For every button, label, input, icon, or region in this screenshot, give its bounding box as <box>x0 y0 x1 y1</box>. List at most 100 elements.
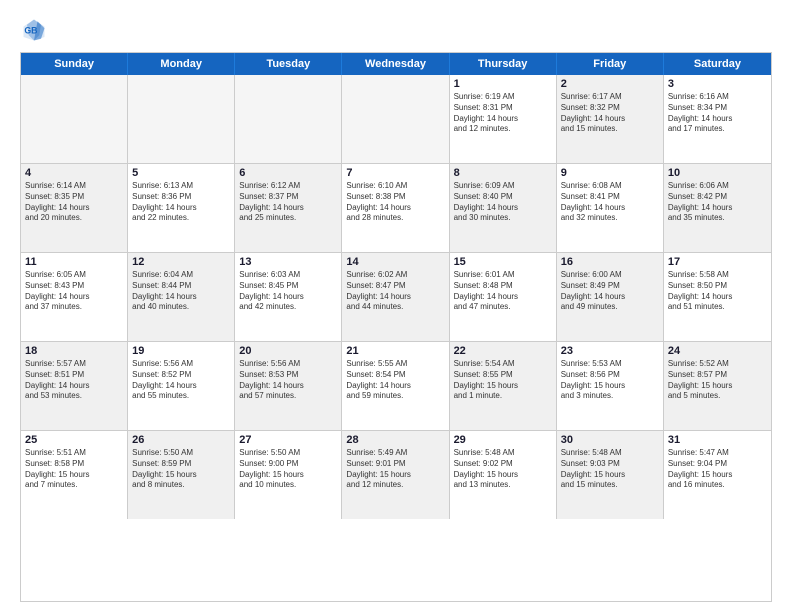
day-number: 24 <box>668 345 767 357</box>
cell-info: Sunrise: 6:01 AMSunset: 8:48 PMDaylight:… <box>454 270 552 313</box>
header-day: Friday <box>557 53 664 75</box>
day-number: 21 <box>346 345 444 357</box>
header-day: Saturday <box>664 53 771 75</box>
cell-info: Sunrise: 5:47 AMSunset: 9:04 PMDaylight:… <box>668 448 767 491</box>
cell-info: Sunrise: 6:03 AMSunset: 8:45 PMDaylight:… <box>239 270 337 313</box>
cell-info: Sunrise: 5:56 AMSunset: 8:53 PMDaylight:… <box>239 359 337 402</box>
calendar-cell: 13 Sunrise: 6:03 AMSunset: 8:45 PMDayligh… <box>235 253 342 341</box>
cell-info: Sunrise: 6:12 AMSunset: 8:37 PMDaylight:… <box>239 181 337 224</box>
cell-info: Sunrise: 5:56 AMSunset: 8:52 PMDaylight:… <box>132 359 230 402</box>
calendar-row: 11 Sunrise: 6:05 AMSunset: 8:43 PMDayligh… <box>21 253 771 342</box>
cell-info: Sunrise: 5:50 AMSunset: 8:59 PMDaylight:… <box>132 448 230 491</box>
logo: GB <box>20 16 52 44</box>
calendar-cell: 18 Sunrise: 5:57 AMSunset: 8:51 PMDayligh… <box>21 342 128 430</box>
calendar-cell <box>21 75 128 163</box>
calendar-cell: 8Sunrise: 6:09 AMSunset: 8:40 PMDaylight… <box>450 164 557 252</box>
calendar-cell: 28 Sunrise: 5:49 AMSunset: 9:01 PMDayligh… <box>342 431 449 519</box>
calendar-cell <box>342 75 449 163</box>
calendar-cell: 3 Sunrise: 6:16 AMSunset: 8:34 PMDaylight… <box>664 75 771 163</box>
header-day: Monday <box>128 53 235 75</box>
calendar: SundayMondayTuesdayWednesdayThursdayFrid… <box>20 52 772 602</box>
day-number: 3 <box>668 78 767 90</box>
calendar-cell: 31Sunrise: 5:47 AMSunset: 9:04 PMDayligh… <box>664 431 771 519</box>
calendar-row: 25 Sunrise: 5:51 AMSunset: 8:58 PMDayligh… <box>21 431 771 519</box>
calendar-cell: 30 Sunrise: 5:48 AMSunset: 9:03 PMDayligh… <box>557 431 664 519</box>
day-number: 16 <box>561 256 659 268</box>
day-number: 2 <box>561 78 659 90</box>
calendar-cell: 10 Sunrise: 6:06 AMSunset: 8:42 PMDayligh… <box>664 164 771 252</box>
day-number: 25 <box>25 434 123 446</box>
calendar-cell: 4 Sunrise: 6:14 AMSunset: 8:35 PMDaylight… <box>21 164 128 252</box>
day-number: 4 <box>25 167 123 179</box>
cell-info: Sunrise: 5:58 AMSunset: 8:50 PMDaylight:… <box>668 270 767 313</box>
day-number: 7 <box>346 167 444 179</box>
calendar-cell: 15 Sunrise: 6:01 AMSunset: 8:48 PMDayligh… <box>450 253 557 341</box>
calendar-cell: 26 Sunrise: 5:50 AMSunset: 8:59 PMDayligh… <box>128 431 235 519</box>
cell-info: Sunrise: 5:54 AMSunset: 8:55 PMDaylight:… <box>454 359 552 402</box>
calendar-row: 1 Sunrise: 6:19 AMSunset: 8:31 PMDaylight… <box>21 75 771 164</box>
calendar-cell: 22 Sunrise: 5:54 AMSunset: 8:55 PMDayligh… <box>450 342 557 430</box>
day-number: 29 <box>454 434 552 446</box>
day-number: 27 <box>239 434 337 446</box>
day-number: 11 <box>25 256 123 268</box>
day-number: 13 <box>239 256 337 268</box>
header-day: Thursday <box>450 53 557 75</box>
day-number: 1 <box>454 78 552 90</box>
cell-info: Sunrise: 6:17 AMSunset: 8:32 PMDaylight:… <box>561 92 659 135</box>
cell-info: Sunrise: 6:16 AMSunset: 8:34 PMDaylight:… <box>668 92 767 135</box>
cell-info: Sunrise: 6:10 AMSunset: 8:38 PMDaylight:… <box>346 181 444 224</box>
day-number: 17 <box>668 256 767 268</box>
cell-info: Sunrise: 5:57 AMSunset: 8:51 PMDaylight:… <box>25 359 123 402</box>
logo-icon: GB <box>20 16 48 44</box>
calendar-cell: 6Sunrise: 6:12 AMSunset: 8:37 PMDaylight… <box>235 164 342 252</box>
calendar-cell: 1 Sunrise: 6:19 AMSunset: 8:31 PMDaylight… <box>450 75 557 163</box>
cell-info: Sunrise: 6:00 AMSunset: 8:49 PMDaylight:… <box>561 270 659 313</box>
calendar-cell: 14 Sunrise: 6:02 AMSunset: 8:47 PMDayligh… <box>342 253 449 341</box>
calendar-cell: 25 Sunrise: 5:51 AMSunset: 8:58 PMDayligh… <box>21 431 128 519</box>
cell-info: Sunrise: 5:52 AMSunset: 8:57 PMDaylight:… <box>668 359 767 402</box>
cell-info: Sunrise: 5:53 AMSunset: 8:56 PMDaylight:… <box>561 359 659 402</box>
cell-info: Sunrise: 6:06 AMSunset: 8:42 PMDaylight:… <box>668 181 767 224</box>
day-number: 9 <box>561 167 659 179</box>
calendar-cell: 17 Sunrise: 5:58 AMSunset: 8:50 PMDayligh… <box>664 253 771 341</box>
calendar-cell: 5 Sunrise: 6:13 AMSunset: 8:36 PMDaylight… <box>128 164 235 252</box>
day-number: 5 <box>132 167 230 179</box>
calendar-cell: 7 Sunrise: 6:10 AMSunset: 8:38 PMDaylight… <box>342 164 449 252</box>
calendar-cell: 29 Sunrise: 5:48 AMSunset: 9:02 PMDayligh… <box>450 431 557 519</box>
day-number: 19 <box>132 345 230 357</box>
day-number: 22 <box>454 345 552 357</box>
calendar-cell: 27 Sunrise: 5:50 AMSunset: 9:00 PMDayligh… <box>235 431 342 519</box>
day-number: 15 <box>454 256 552 268</box>
calendar-cell: 20 Sunrise: 5:56 AMSunset: 8:53 PMDayligh… <box>235 342 342 430</box>
calendar-cell <box>235 75 342 163</box>
page: GB SundayMondayTuesdayWednesdayThursdayF… <box>0 0 792 612</box>
day-number: 20 <box>239 345 337 357</box>
calendar-header: SundayMondayTuesdayWednesdayThursdayFrid… <box>21 53 771 75</box>
calendar-cell <box>128 75 235 163</box>
calendar-cell: 21Sunrise: 5:55 AMSunset: 8:54 PMDayligh… <box>342 342 449 430</box>
calendar-cell: 24 Sunrise: 5:52 AMSunset: 8:57 PMDayligh… <box>664 342 771 430</box>
calendar-cell: 12Sunrise: 6:04 AMSunset: 8:44 PMDayligh… <box>128 253 235 341</box>
calendar-body: 1 Sunrise: 6:19 AMSunset: 8:31 PMDaylight… <box>21 75 771 519</box>
cell-info: Sunrise: 5:48 AMSunset: 9:03 PMDaylight:… <box>561 448 659 491</box>
cell-info: Sunrise: 6:02 AMSunset: 8:47 PMDaylight:… <box>346 270 444 313</box>
cell-info: Sunrise: 5:48 AMSunset: 9:02 PMDaylight:… <box>454 448 552 491</box>
day-number: 26 <box>132 434 230 446</box>
day-number: 28 <box>346 434 444 446</box>
cell-info: Sunrise: 6:05 AMSunset: 8:43 PMDaylight:… <box>25 270 123 313</box>
day-number: 10 <box>668 167 767 179</box>
calendar-cell: 23Sunrise: 5:53 AMSunset: 8:56 PMDayligh… <box>557 342 664 430</box>
day-number: 30 <box>561 434 659 446</box>
day-number: 18 <box>25 345 123 357</box>
cell-info: Sunrise: 6:13 AMSunset: 8:36 PMDaylight:… <box>132 181 230 224</box>
calendar-row: 18 Sunrise: 5:57 AMSunset: 8:51 PMDayligh… <box>21 342 771 431</box>
cell-info: Sunrise: 5:50 AMSunset: 9:00 PMDaylight:… <box>239 448 337 491</box>
day-number: 14 <box>346 256 444 268</box>
cell-info: Sunrise: 5:49 AMSunset: 9:01 PMDaylight:… <box>346 448 444 491</box>
cell-info: Sunrise: 6:19 AMSunset: 8:31 PMDaylight:… <box>454 92 552 135</box>
calendar-cell: 11 Sunrise: 6:05 AMSunset: 8:43 PMDayligh… <box>21 253 128 341</box>
cell-info: Sunrise: 6:09 AMSunset: 8:40 PMDaylight:… <box>454 181 552 224</box>
cell-info: Sunrise: 5:51 AMSunset: 8:58 PMDaylight:… <box>25 448 123 491</box>
cell-info: Sunrise: 6:14 AMSunset: 8:35 PMDaylight:… <box>25 181 123 224</box>
cell-info: Sunrise: 6:08 AMSunset: 8:41 PMDaylight:… <box>561 181 659 224</box>
